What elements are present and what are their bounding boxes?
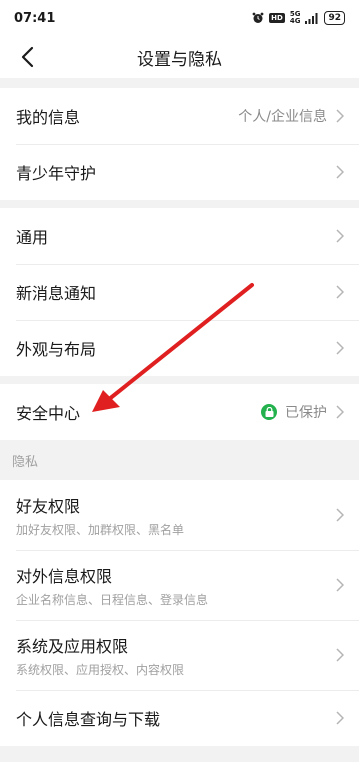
row-label: 好友权限 [16, 496, 81, 516]
external-info-permissions-row[interactable]: 对外信息权限 企业名称信息、日程信息、登录信息 [0, 550, 359, 620]
security-center-row[interactable]: 安全中心 已保护 [0, 384, 359, 440]
row-sublabel: 加好友权限、加群权限、黑名单 [16, 522, 185, 537]
chevron-right-icon [335, 108, 345, 124]
row-label: 个人信息查询与下载 [16, 710, 161, 729]
row-sublabel: 企业名称信息、日程信息、登录信息 [16, 592, 209, 607]
chevron-right-icon [335, 228, 345, 244]
back-arrow-icon [21, 46, 34, 68]
signal-icon [305, 12, 318, 24]
appearance-row[interactable]: 外观与布局 [0, 320, 359, 376]
row-label: 对外信息权限 [16, 566, 113, 586]
chevron-right-icon [335, 710, 345, 726]
row-sublabel: 系统权限、应用授权、内容权限 [16, 662, 185, 677]
nav-bar: 设置与隐私 [0, 36, 359, 78]
youth-protection-row[interactable]: 青少年守护 [0, 144, 359, 200]
personal-info-download-row[interactable]: 个人信息查询与下载 [0, 690, 359, 746]
chevron-right-icon [335, 647, 345, 663]
back-button[interactable] [14, 44, 40, 70]
page-title: 设置与隐私 [137, 49, 222, 70]
chevron-right-icon [335, 577, 345, 593]
notifications-row[interactable]: 新消息通知 [0, 264, 359, 320]
row-label: 青少年守护 [16, 164, 97, 183]
status-icons: HD 5G 4G 92 [252, 11, 345, 25]
row-value: 个人/企业信息 [238, 109, 327, 125]
status-bar: 07:41 HD 5G 4G 92 [0, 0, 359, 36]
lock-icon [261, 404, 277, 420]
settings-group-security: 安全中心 已保护 [0, 384, 359, 440]
chevron-right-icon [335, 284, 345, 300]
chevron-right-icon [335, 507, 345, 523]
network-type: 5G 4G [289, 10, 301, 25]
battery-indicator: 92 [324, 11, 345, 25]
row-label: 外观与布局 [16, 340, 97, 359]
security-status: 已保护 [285, 405, 327, 421]
hd-badge: HD [269, 13, 285, 23]
system-app-permissions-row[interactable]: 系统及应用权限 系统权限、应用授权、内容权限 [0, 620, 359, 690]
settings-group-general: 通用 新消息通知 外观与布局 [0, 208, 359, 376]
row-label: 新消息通知 [16, 284, 97, 303]
general-row[interactable]: 通用 [0, 208, 359, 264]
row-label: 我的信息 [16, 108, 81, 127]
chevron-right-icon [335, 404, 345, 420]
friend-permissions-row[interactable]: 好友权限 加好友权限、加群权限、黑名单 [0, 480, 359, 550]
row-label: 系统及应用权限 [16, 636, 129, 656]
settings-group-account: 我的信息 个人/企业信息 青少年守护 [0, 88, 359, 200]
settings-group-privacy: 好友权限 加好友权限、加群权限、黑名单 对外信息权限 企业名称信息、日程信息、登… [0, 480, 359, 746]
alarm-icon [252, 12, 264, 23]
row-label: 安全中心 [16, 404, 81, 423]
status-time: 07:41 [14, 10, 56, 26]
privacy-section-header: 隐私 [12, 455, 39, 470]
my-info-row[interactable]: 我的信息 个人/企业信息 [0, 88, 359, 144]
row-label: 通用 [16, 228, 49, 247]
chevron-right-icon [335, 340, 345, 356]
chevron-right-icon [335, 164, 345, 180]
